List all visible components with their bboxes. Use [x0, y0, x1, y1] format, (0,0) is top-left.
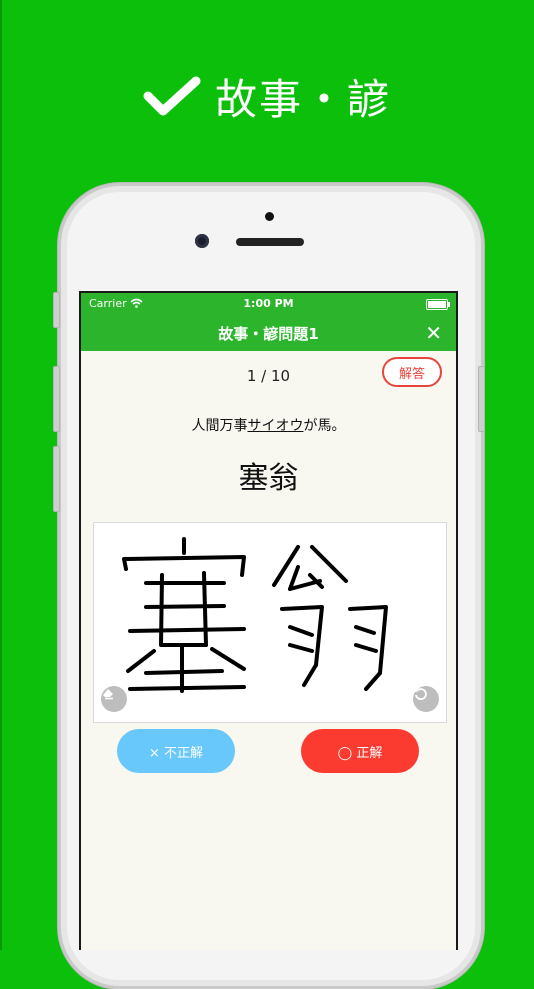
app-screen: Carrier 1:00 PM 故事・諺問題1 ✕ 1 / 10 解答 人間万事… — [79, 291, 458, 950]
undo-icon — [414, 688, 427, 700]
handwriting-strokes — [122, 537, 388, 693]
nav-title: 故事・諺問題1 — [218, 325, 319, 343]
battery-icon — [426, 299, 450, 310]
eraser-icon — [103, 689, 113, 700]
correct-button[interactable]: ◯ 正解 — [301, 729, 419, 773]
volume-up-button — [53, 366, 60, 432]
close-button[interactable]: ✕ — [425, 321, 442, 345]
promo-header: 故事・諺 — [0, 64, 534, 128]
volume-down-button — [53, 446, 60, 512]
question-text: 人間万事サイオウが馬。 — [81, 415, 456, 435]
answer-text: 塞翁 — [238, 461, 299, 496]
front-sensor — [265, 212, 274, 221]
mute-switch — [53, 292, 60, 328]
status-time: 1:00 PM — [243, 297, 294, 310]
incorrect-button[interactable]: × 不正解 — [117, 729, 235, 773]
promo-title: 故事・諺 — [214, 74, 391, 124]
answer-button[interactable]: 解答 — [382, 357, 442, 387]
question-suffix: が馬。 — [303, 418, 346, 434]
question-prefix: 人間万事 — [191, 418, 248, 434]
left-edge — [0, 0, 2, 950]
nav-bar: Carrier 1:00 PM 故事・諺問題1 ✕ — [81, 293, 456, 351]
checkmark-icon — [143, 76, 201, 116]
power-button — [478, 366, 485, 432]
undo-button[interactable] — [413, 686, 439, 712]
earpiece-speaker — [236, 238, 304, 246]
eraser-button[interactable] — [101, 686, 127, 712]
handwriting-canvas[interactable] — [93, 522, 447, 723]
question-target: サイオウ — [247, 418, 304, 434]
status-bar: Carrier 1:00 PM — [81, 296, 456, 312]
front-camera — [195, 234, 209, 248]
